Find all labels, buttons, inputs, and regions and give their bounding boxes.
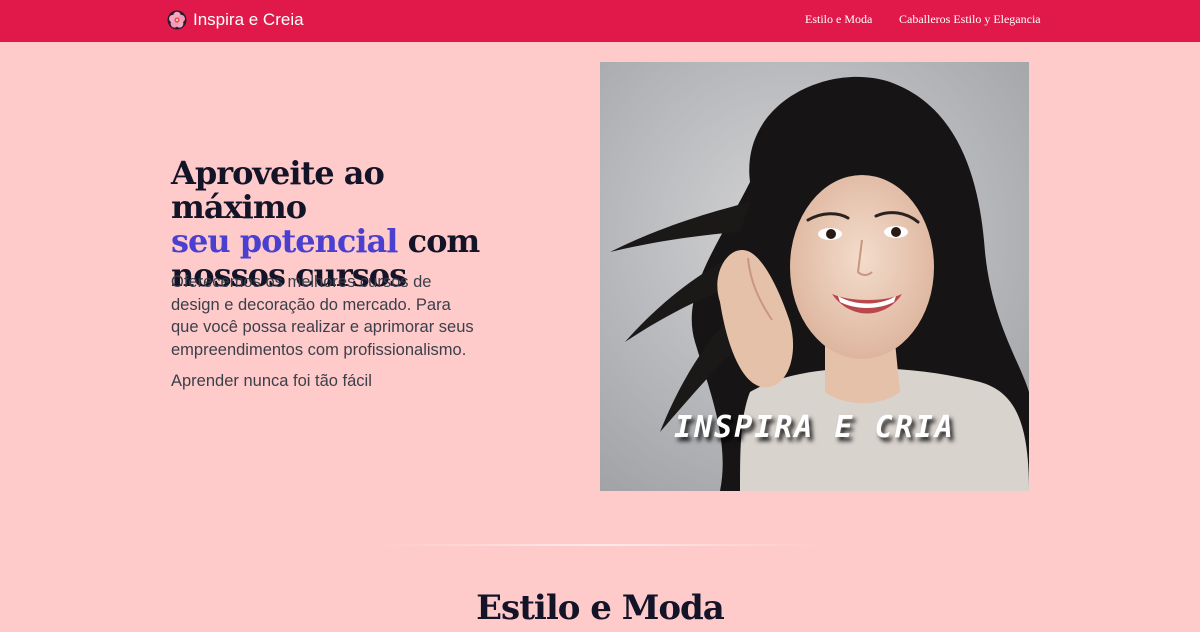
brand-name: Inspira e Creia <box>193 10 304 29</box>
brand-link[interactable]: Inspira e Creia <box>167 8 304 32</box>
hero-title-part1: Aproveite ao máximo <box>171 154 385 226</box>
nav-link-estilo-e-moda[interactable]: Estilo e Moda <box>805 12 872 27</box>
section-title: Estilo e Moda <box>476 588 725 628</box>
hero-tagline: Aprender nunca foi tão fácil <box>171 372 372 390</box>
navbar: Inspira e Creia Estilo e Moda Caballeros… <box>0 0 1200 42</box>
image-watermark: INSPIRA E CRIA <box>674 410 955 445</box>
hero-title-highlight: seu potencial <box>171 222 398 260</box>
hero-image: INSPIRA E CRIA <box>600 62 1029 491</box>
section-divider <box>378 544 822 546</box>
nav-link-caballeros[interactable]: Caballeros Estilo y Elegancia <box>899 12 1041 27</box>
hero-description: Oferecemos os melhores cursos de design … <box>171 273 474 359</box>
hero-title-part2: com <box>407 222 481 260</box>
flower-icon <box>167 10 187 30</box>
